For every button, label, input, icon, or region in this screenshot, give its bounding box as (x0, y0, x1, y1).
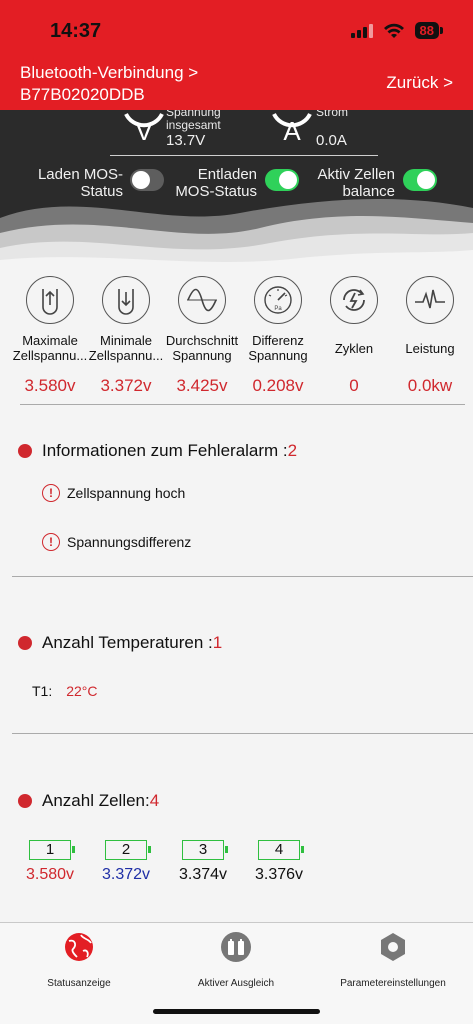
device-id: B77B02020DDB (20, 85, 145, 104)
divider (20, 404, 465, 405)
alert-icon: ! (42, 484, 60, 502)
globe-icon (65, 933, 93, 961)
cell-count: 4 (149, 791, 160, 810)
svg-text:Pa: Pa (274, 306, 282, 312)
header-bar: 14:37 88 Bluetooth-Verbindung > B77B0202… (0, 0, 473, 110)
average-voltage: 3.425v (176, 376, 228, 395)
overview-panel: V Spannung insgesamt 13.7V A Strom 0.0A … (0, 110, 473, 270)
cell-battery-icon: 3 (182, 840, 228, 860)
temperature-label: T1: (32, 683, 53, 699)
cell-signal-icon (350, 23, 373, 38)
alarm-item: ! Spannungsdifferenz (42, 533, 191, 551)
cell-item: 3 3.374v (173, 840, 233, 884)
wifi-icon (383, 23, 404, 38)
cells-section-title: Anzahl Zellen: 4 (18, 791, 159, 811)
temperature-row: T1: 22°C (32, 683, 98, 699)
cell-item: 2 3.372v (96, 840, 156, 884)
tab-status[interactable]: Statusanzeige (4, 931, 154, 989)
cycle-icon (330, 276, 378, 324)
current-label: Strom (316, 110, 349, 119)
alarm-item: ! Zellspannung hoch (42, 484, 185, 502)
current-value: 0.0A (316, 132, 347, 149)
divider (12, 733, 473, 734)
status-time: 14:37 (50, 20, 102, 42)
divider (12, 576, 473, 577)
red-dot-icon (18, 794, 32, 808)
alarm-count: 2 (287, 441, 298, 460)
cell-item: 1 3.580v (20, 840, 80, 884)
divider (110, 155, 378, 156)
metric-difference: Pa Differenz Spannung 0.208v (239, 276, 317, 396)
cell-battery-icon: 1 (29, 840, 75, 860)
bluetooth-connection[interactable]: Bluetooth-Verbindung > B77B02020DDB (20, 62, 198, 106)
cell-voltage: 3.372v (101, 866, 151, 883)
cell-item: 4 3.376v (249, 840, 309, 884)
cycles-count: 0 (349, 376, 359, 395)
max-cell-voltage: 3.580v (24, 376, 76, 395)
alarm-section-title: Informationen zum Fehleralarm :2 (18, 441, 297, 461)
arrow-down-icon (102, 276, 150, 324)
metric-cycles: Zyklen 0 (315, 276, 393, 396)
back-button[interactable]: Zurück > (386, 73, 453, 93)
red-dot-icon (18, 636, 32, 650)
temperature-count: 1 (212, 633, 223, 652)
tab-status-label: Statusanzeige (47, 978, 111, 989)
battery-icon: 88 (414, 22, 444, 39)
metric-max-cell: Maximale Zellspannu... 3.580v (11, 276, 89, 396)
cell-battery-icon: 4 (258, 840, 304, 860)
tab-parameter-settings-label: Parametereinstellungen (340, 978, 446, 989)
cell-battery-icon: 2 (105, 840, 151, 860)
tab-active-balance[interactable]: Aktiver Ausgleich (161, 931, 311, 989)
cell-voltage: 3.374v (178, 866, 228, 883)
power-value: 0.0kw (407, 376, 453, 395)
difference-voltage: 0.208v (252, 376, 304, 395)
gauge-icon: Pa (254, 276, 302, 324)
arrow-up-icon (26, 276, 74, 324)
metric-power: Leistung 0.0kw (391, 276, 469, 396)
temperature-section-title: Anzahl Temperaturen :1 (18, 633, 222, 653)
tab-active-balance-label: Aktiver Ausgleich (197, 978, 275, 989)
pulse-icon (406, 276, 454, 324)
voltage-value: 13.7V (166, 132, 206, 149)
cell-voltage: 3.376v (254, 866, 304, 883)
sine-wave-icon (178, 276, 226, 324)
voltage-label: Spannung insgesamt (166, 110, 221, 132)
metric-min-cell: Minimale Zellspannu... 3.372v (87, 276, 165, 396)
battery-balance-icon (221, 932, 251, 962)
current-gauge-icon: A (272, 113, 312, 146)
voltage-gauge-icon: V (124, 113, 164, 146)
connection-label: Bluetooth-Verbindung > (20, 63, 199, 82)
metric-average: Durchschnitt Spannung 3.425v (163, 276, 241, 396)
red-dot-icon (18, 444, 32, 458)
svg-text:V: V (135, 116, 153, 146)
home-indicator (153, 1009, 320, 1014)
tab-parameter-settings[interactable]: Parametereinstellungen (318, 931, 468, 989)
cell-voltage: 3.580v (25, 866, 75, 883)
alert-icon: ! (42, 533, 60, 551)
svg-text:A: A (283, 116, 301, 146)
min-cell-voltage: 3.372v (100, 376, 152, 395)
wave-decoration (0, 198, 473, 270)
temperature-value: 22°C (66, 683, 98, 699)
hexagon-settings-icon (381, 933, 405, 961)
status-icons: 88 (350, 22, 444, 39)
